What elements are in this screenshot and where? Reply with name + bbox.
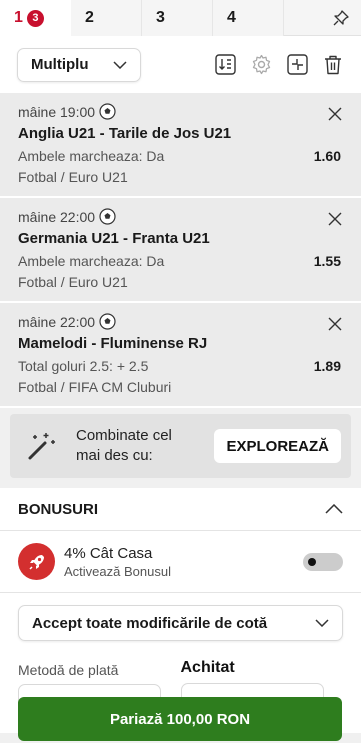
bet-time: mâine 22:00 — [18, 208, 343, 225]
bet-league: Fotbal / Euro U21 — [18, 169, 128, 185]
tab-2-label: 2 — [85, 9, 94, 26]
bet-time: mâine 19:00 — [18, 103, 343, 120]
combo-suggestion: Combinate cel mai des cu: EXPLOREAZĂ — [10, 414, 351, 478]
collapse-button[interactable] — [286, 54, 308, 76]
odds-change-select[interactable]: Accept toate modificările de cotă — [18, 605, 343, 641]
close-icon[interactable] — [327, 106, 343, 122]
bonus-header-label: BONUSURI — [18, 500, 99, 518]
betslip-tabs: 1 3 2 3 4 — [0, 0, 361, 37]
bet-item[interactable]: mâine 22:00 Mamelodi - Fluminense RJ Tot… — [0, 303, 361, 408]
rocket-icon — [18, 543, 55, 580]
magic-wand-icon — [28, 433, 55, 460]
pin-button[interactable] — [284, 0, 361, 35]
pin-icon — [333, 9, 349, 25]
bet-league: Fotbal / Euro U21 — [18, 274, 128, 290]
chevron-down-icon — [315, 619, 329, 627]
soccer-ball-icon — [99, 208, 116, 225]
bet-league: Fotbal / FIFA CM Cluburi — [18, 379, 172, 395]
bonus-title: 4% Cât Casa — [64, 544, 153, 562]
soccer-ball-icon — [99, 313, 116, 330]
chevron-down-icon — [113, 60, 127, 69]
payment-method-label: Metodă de plată — [18, 662, 119, 678]
tab-3[interactable]: 3 — [142, 0, 213, 36]
bet-time-text: mâine 19:00 — [18, 103, 96, 120]
paid-label: Achitat — [180, 659, 235, 676]
settings-icon — [252, 54, 270, 75]
tab-1-badge: 3 — [26, 9, 44, 27]
bet-odd: 1.89 — [313, 358, 341, 374]
clear-slip-button[interactable] — [322, 54, 344, 76]
soccer-ball-icon — [99, 103, 116, 120]
sort-button[interactable] — [214, 54, 236, 76]
close-icon[interactable] — [327, 316, 343, 332]
collapse-icon — [286, 54, 308, 75]
tab-4[interactable]: 4 — [213, 0, 284, 36]
bet-market: Total goluri 2.5: + 2.5 — [18, 358, 149, 374]
tab-2[interactable]: 2 — [71, 0, 142, 36]
settings-button[interactable] — [250, 54, 272, 76]
odds-change-value: Accept toate modificările de cotă — [32, 614, 268, 632]
bet-market: Ambele marcheaza: Da — [18, 148, 165, 164]
combo-text: Combinate cel mai des cu: — [76, 427, 172, 464]
bet-odd: 1.55 — [313, 253, 341, 269]
bet-type-select[interactable]: Multiplu — [17, 47, 141, 82]
trash-icon — [325, 55, 341, 75]
bet-match: Germania U21 - Franta U21 — [18, 230, 210, 247]
close-icon[interactable] — [327, 211, 343, 227]
chevron-up-icon — [325, 504, 343, 514]
bet-time-text: mâine 22:00 — [18, 313, 96, 330]
bet-time: mâine 22:00 — [18, 313, 343, 330]
bonus-row: 4% Cât Casa Activează Bonusul — [0, 531, 361, 593]
bet-type-value: Multiplu — [31, 56, 89, 73]
bet-match: Anglia U21 - Tarile de Jos U21 — [18, 125, 232, 142]
tab-3-label: 3 — [156, 9, 165, 26]
bet-match: Mamelodi - Fluminense RJ — [18, 335, 208, 352]
sort-icon — [214, 54, 236, 75]
bet-odd: 1.60 — [313, 148, 341, 164]
bonus-subtitle: Activează Bonusul — [64, 563, 171, 579]
tab-1[interactable]: 1 3 — [0, 0, 71, 37]
betslip-toolbar: Multiplu — [0, 36, 361, 93]
bonus-toggle[interactable] — [303, 552, 343, 571]
tab-1-label: 1 — [14, 9, 23, 26]
explore-button[interactable]: EXPLOREAZĂ — [214, 429, 341, 463]
bet-time-text: mâine 22:00 — [18, 208, 96, 225]
bonus-section-header[interactable]: BONUSURI — [0, 488, 361, 531]
place-bet-button[interactable]: Pariază 100,00 RON — [18, 697, 342, 741]
bet-item[interactable]: mâine 22:00 Germania U21 - Franta U21 Am… — [0, 198, 361, 303]
bet-item[interactable]: mâine 19:00 Anglia U21 - Tarile de Jos U… — [0, 93, 361, 198]
bet-market: Ambele marcheaza: Da — [18, 253, 165, 269]
tab-4-label: 4 — [227, 9, 236, 26]
